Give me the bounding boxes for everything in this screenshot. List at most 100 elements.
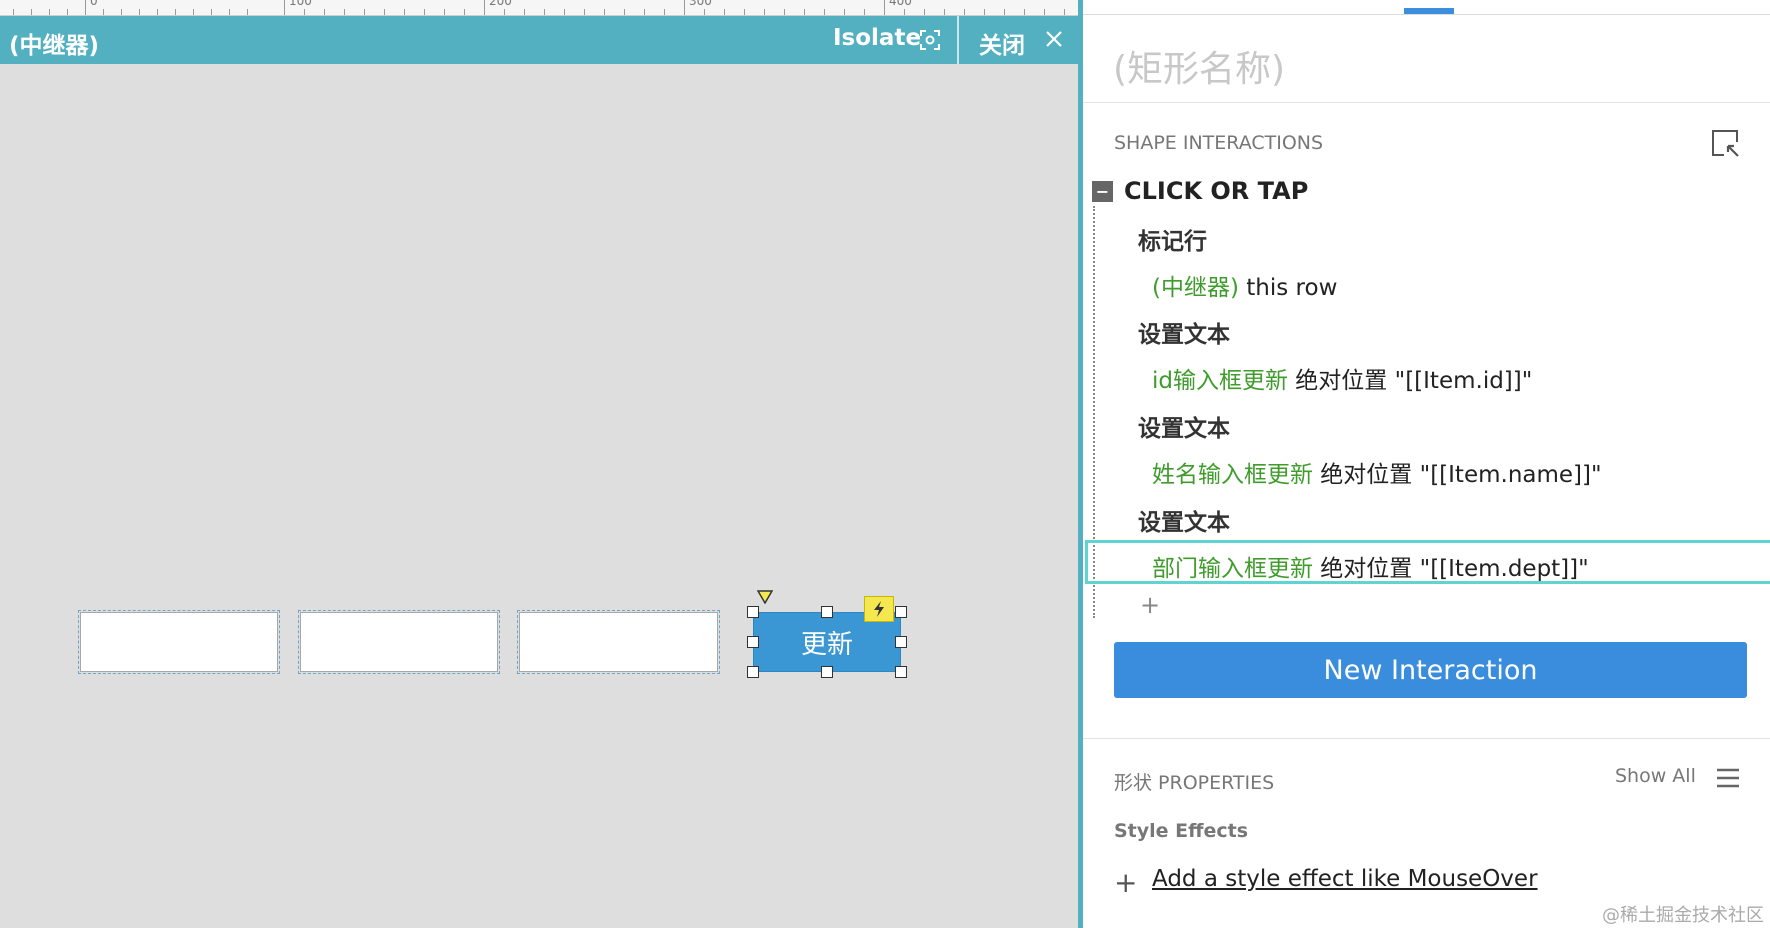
ruler-tick (564, 9, 565, 15)
selection-outline (78, 610, 280, 674)
ruler-tick (211, 9, 212, 15)
ruler-tick (13, 9, 14, 15)
close-button[interactable]: 关闭 (979, 26, 1025, 60)
ruler-tick (444, 9, 445, 15)
divider (1083, 14, 1770, 15)
ruler-tick (744, 9, 745, 15)
resize-handle[interactable] (895, 666, 907, 678)
divider (1083, 102, 1770, 103)
isolate-button[interactable]: Isolate (833, 25, 921, 51)
ruler-tick (604, 9, 605, 15)
ruler-label: 400 (889, 0, 912, 8)
ruler-tick (121, 9, 122, 15)
ruler-tick (484, 0, 485, 15)
collapse-event-button[interactable]: − (1092, 181, 1113, 202)
resize-handle[interactable] (821, 666, 833, 678)
ruler-tick (924, 9, 925, 15)
ruler-tick (31, 9, 32, 15)
action-target: 姓名输入框更新 (1152, 462, 1313, 488)
repeater-edit-bar: (中继器) Isolate 关闭 (0, 16, 1078, 64)
resize-handle[interactable] (895, 636, 907, 648)
ruler-tick (664, 9, 665, 15)
ruler-tick (884, 0, 885, 15)
ruler-tick (524, 9, 525, 15)
resize-handle[interactable] (895, 606, 907, 618)
ruler-tick (344, 9, 345, 15)
ruler-tick (139, 9, 140, 15)
action-detail[interactable]: id输入框更新 绝对位置 "[[Item.id]]" (1152, 361, 1532, 395)
event-title[interactable]: CLICK OR TAP (1124, 177, 1308, 205)
resize-handle[interactable] (747, 636, 759, 648)
ruler-tick (384, 9, 385, 15)
ruler-tick (724, 9, 725, 15)
interactions-panel: (矩形名称) SHAPE INTERACTIONS − CLICK OR TAP… (1083, 0, 1770, 928)
ruler-tick (904, 9, 905, 15)
rotation-marker-icon[interactable] (757, 590, 773, 604)
divider (1083, 738, 1770, 739)
action-name[interactable]: 设置文本 (1138, 409, 1230, 443)
resize-handle[interactable] (821, 606, 833, 618)
action-name[interactable]: 标记行 (1138, 222, 1207, 256)
add-action-button[interactable]: + (1140, 591, 1160, 619)
interaction-lightning-icon[interactable] (864, 596, 894, 622)
design-canvas[interactable]: 0 100 200 300 400 (中继器) Isolate 关闭 更新 (0, 0, 1078, 928)
select-target-icon[interactable] (1710, 128, 1740, 158)
ruler-tick (364, 9, 365, 15)
id-input-box[interactable] (78, 610, 280, 674)
ruler-tick (175, 9, 176, 15)
section-title-properties: 形状 PROPERTIES (1114, 772, 1275, 794)
isolate-icon[interactable] (919, 29, 941, 51)
ruler-tick (784, 9, 785, 15)
ruler-label: 200 (489, 0, 512, 8)
ruler-tick (424, 9, 425, 15)
menu-icon[interactable] (1716, 767, 1740, 789)
ruler-tick (964, 9, 965, 15)
resize-handle[interactable] (747, 666, 759, 678)
action-target: 部门输入框更新 (1152, 556, 1313, 582)
repeater-title: (中继器) (9, 33, 100, 59)
ruler-tick (844, 9, 845, 15)
dept-input-box[interactable] (517, 610, 720, 674)
ruler-tick (103, 9, 104, 15)
ruler-tick (544, 9, 545, 15)
action-detail[interactable]: 姓名输入框更新 绝对位置 "[[Item.name]]" (1152, 455, 1602, 489)
ruler-tick (584, 9, 585, 15)
bar-separator (957, 16, 959, 64)
action-description: 绝对位置 "[[Item.name]]" (1313, 462, 1602, 488)
add-style-effect-link[interactable]: Add a style effect like MouseOver (1152, 866, 1538, 892)
section-title-interactions: SHAPE INTERACTIONS (1114, 132, 1324, 154)
ruler-tick (824, 9, 825, 15)
show-all-link[interactable]: Show All (1615, 765, 1696, 787)
horizontal-ruler: 0 100 200 300 400 (0, 0, 1078, 16)
shape-name-field[interactable]: (矩形名称) (1113, 40, 1285, 92)
ruler-tick (157, 9, 158, 15)
action-name[interactable]: 设置文本 (1138, 503, 1230, 537)
ruler-tick (644, 9, 645, 15)
ruler-tick (193, 9, 194, 15)
ruler-tick (49, 9, 50, 15)
close-icon[interactable] (1043, 28, 1065, 50)
style-effects-heading: Style Effects (1114, 820, 1249, 842)
action-target: (中继器) (1152, 275, 1239, 301)
new-interaction-button[interactable]: New Interaction (1114, 642, 1747, 698)
watermark: @稀土掘金技术社区 (1602, 905, 1764, 926)
ruler-label: 300 (689, 0, 712, 8)
action-detail[interactable]: (中继器) this row (1152, 268, 1337, 302)
add-style-effect-icon[interactable]: + (1114, 866, 1137, 899)
name-input-box[interactable] (298, 610, 500, 674)
ruler-tick (67, 9, 68, 15)
ruler-tick (704, 9, 705, 15)
action-target: id输入框更新 (1152, 368, 1288, 394)
resize-handle[interactable] (747, 606, 759, 618)
ruler-tick (1004, 9, 1005, 15)
ruler-tick (944, 9, 945, 15)
ruler-tick (764, 9, 765, 15)
ruler-tick (85, 0, 86, 15)
ruler-label: 100 (289, 0, 312, 8)
action-description: 绝对位置 "[[Item.dept]]" (1313, 556, 1589, 582)
action-detail[interactable]: 部门输入框更新 绝对位置 "[[Item.dept]]" (1152, 549, 1589, 583)
ruler-tick (804, 9, 805, 15)
selection-outline (298, 610, 500, 674)
ruler-tick (404, 9, 405, 15)
action-name[interactable]: 设置文本 (1138, 315, 1230, 349)
